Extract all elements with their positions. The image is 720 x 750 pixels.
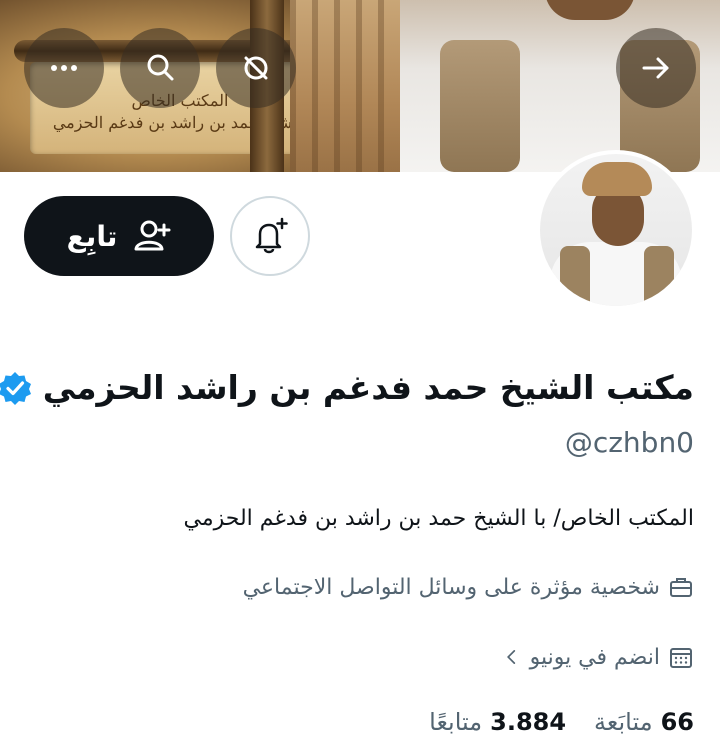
notifications-button[interactable] — [230, 196, 310, 276]
more-dots-icon — [51, 65, 77, 71]
profile-handle: @czhbn0 — [564, 426, 694, 459]
profile-bio: المكتب الخاص/ با الشيخ حمد بن راشد بن فد… — [183, 506, 694, 531]
briefcase-icon — [670, 578, 692, 597]
followers-count: 3.884 — [490, 708, 567, 736]
follow-button-label: تابِع — [66, 219, 118, 253]
profile-joined[interactable]: انضم في يونيو — [502, 644, 694, 670]
following-stat[interactable]: 66 متابَعة — [594, 708, 694, 736]
profile-avatar[interactable] — [536, 150, 696, 310]
profile-category-text: شخصية مؤثرة على وسائل التواصل الاجتماعي — [242, 574, 660, 600]
calendar-icon — [670, 648, 692, 668]
profile-name-row: مكتب الشيخ حمد فدغم بن راشد الحزمي — [0, 368, 694, 407]
profile-banner[interactable]: المكتب الخاص بالشيخ حمد بن راشد بن فدغم … — [0, 0, 720, 172]
chevron-left-icon — [506, 650, 515, 664]
profile-stats: 66 متابَعة 3.884 متابعًا — [411, 708, 694, 736]
avatar-vest-strap — [644, 246, 674, 306]
profile-name: مكتب الشيخ حمد فدغم بن راشد الحزمي — [42, 368, 694, 407]
avatar-image — [540, 154, 692, 306]
followers-label: متابعًا — [429, 708, 483, 736]
search-button[interactable] — [120, 28, 200, 108]
avatar-turban — [582, 162, 652, 196]
back-button[interactable] — [616, 28, 696, 108]
followers-stat[interactable]: 3.884 متابعًا — [429, 708, 566, 736]
following-count: 66 — [660, 708, 694, 736]
profile-category: شخصية مؤثرة على وسائل التواصل الاجتماعي — [243, 574, 694, 600]
more-button[interactable] — [24, 28, 104, 108]
bell-plus-icon — [255, 217, 288, 254]
follow-button[interactable]: تابِع — [24, 196, 214, 276]
verified-badge-icon[interactable] — [0, 370, 33, 406]
refresh-button[interactable] — [216, 28, 296, 108]
following-label: متابَعة — [594, 708, 653, 736]
arrow-right-icon — [642, 57, 669, 79]
avatar-vest-strap — [560, 246, 590, 306]
profile-joined-text: انضم في يونيو — [529, 644, 660, 670]
search-icon — [147, 54, 174, 81]
refresh-icon — [244, 56, 268, 80]
add-user-icon — [134, 220, 171, 251]
banner-vest — [440, 40, 520, 172]
